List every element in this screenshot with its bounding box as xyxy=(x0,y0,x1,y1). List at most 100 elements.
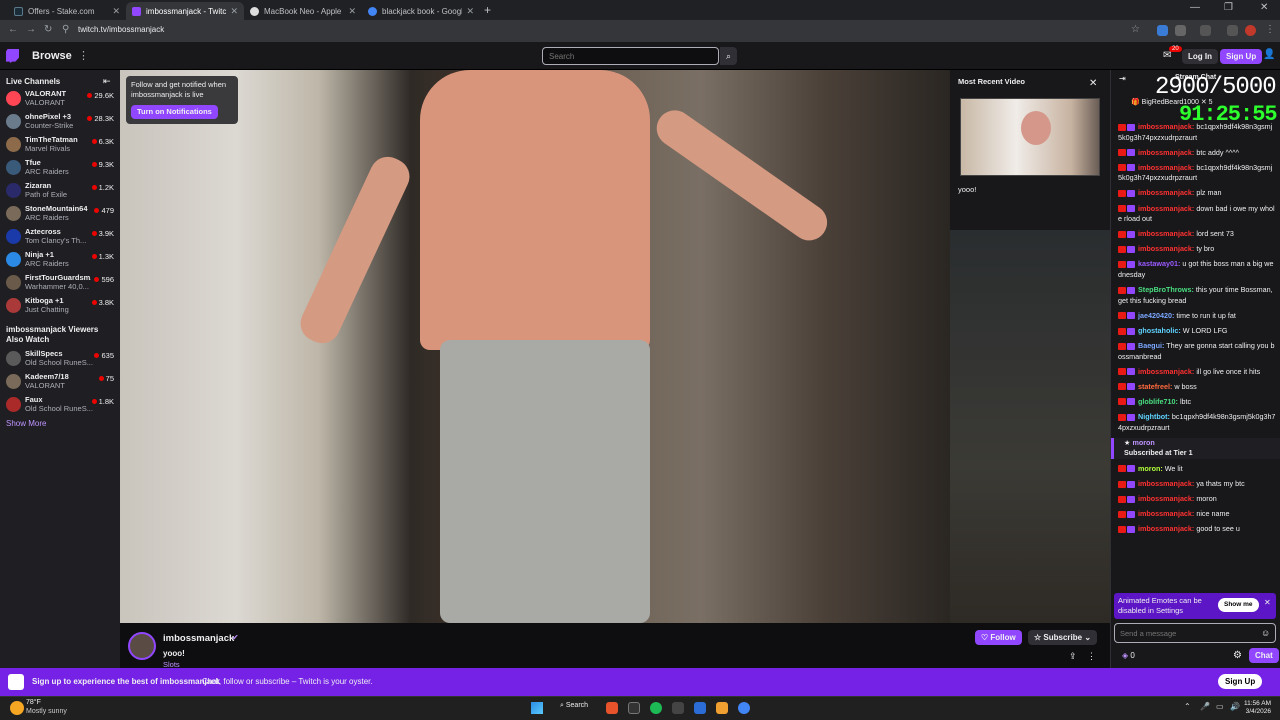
collapse-sidebar-icon[interactable]: ⇤ xyxy=(103,76,111,87)
show-me-button[interactable]: Show me xyxy=(1218,598,1259,612)
login-button[interactable]: Log In xyxy=(1182,49,1218,64)
browser-menu-icon[interactable]: ⋮ xyxy=(1265,24,1275,35)
sidebar-channel[interactable]: SkillSpecs Old School RuneS... 635 xyxy=(6,349,116,371)
sidebar-channel[interactable]: TimTheTatman Marvel Rivals 6.3K xyxy=(6,135,116,157)
chat-username[interactable]: imbossmanjack: xyxy=(1138,148,1194,157)
follow-button[interactable]: ♡ Follow xyxy=(975,630,1022,645)
weather-icon[interactable] xyxy=(10,701,24,715)
close-icon[interactable]: ✕ xyxy=(1264,598,1271,608)
close-icon[interactable]: ✕ xyxy=(348,6,356,17)
taskbar-clock[interactable]: 11:56 AM 3/4/2026 xyxy=(1244,700,1271,716)
chat-username[interactable]: imbossmanjack: xyxy=(1138,509,1194,518)
url-field[interactable]: twitch.tv/imbossmanjack xyxy=(78,25,164,34)
turn-on-notifications-button[interactable]: Turn on Notifications xyxy=(131,105,218,119)
close-icon[interactable]: ✕ xyxy=(466,6,474,17)
chat-username[interactable]: imbossmanjack: xyxy=(1138,122,1194,131)
browse-link[interactable]: Browse xyxy=(32,50,72,62)
extensions-puzzle-icon[interactable] xyxy=(1175,25,1186,36)
sidebar-channel[interactable]: Kitboga +1 Just Chatting 3.8K xyxy=(6,296,116,318)
chat-username[interactable]: imbossmanjack: xyxy=(1138,163,1194,172)
tray-chevron-icon[interactable]: ⌃ xyxy=(1184,702,1191,711)
close-window-icon[interactable]: ✕ xyxy=(1260,2,1268,13)
signup-button[interactable]: Sign Up xyxy=(1220,49,1263,64)
spotify-icon[interactable] xyxy=(650,702,662,714)
sidebar-channel[interactable]: Ninja +1 ARC Raiders 1.3K xyxy=(6,250,116,272)
chat-username[interactable]: Baegui: xyxy=(1138,341,1164,350)
emote-picker-icon[interactable]: ☺ xyxy=(1261,628,1270,638)
channel-name[interactable]: imbossmanjack xyxy=(163,633,234,644)
forward-icon[interactable]: → xyxy=(26,24,36,35)
chat-username[interactable]: imbossmanjack: xyxy=(1138,367,1194,376)
promo-signup-button[interactable]: Sign Up xyxy=(1218,674,1263,689)
mic-icon[interactable]: 🎤 xyxy=(1200,702,1210,711)
sidebar-channel[interactable]: Zizaran Path of Exile 1.2K xyxy=(6,181,116,203)
chat-username[interactable]: imbossmanjack: xyxy=(1138,204,1194,213)
chat-username[interactable]: ghostaholic: xyxy=(1138,326,1181,335)
close-icon[interactable]: ✕ xyxy=(1089,78,1097,89)
chat-username[interactable]: globlife710: xyxy=(1138,397,1178,406)
terminal-icon[interactable] xyxy=(628,702,640,714)
app-icon[interactable] xyxy=(694,702,706,714)
sidebar-channel[interactable]: Tfue ARC Raiders 9.3K xyxy=(6,158,116,180)
sidebar-channel[interactable]: Aztecross Tom Clancy's Th... 3.9K xyxy=(6,227,116,249)
chat-settings-icon[interactable]: ⚙ xyxy=(1233,650,1242,661)
chat-username[interactable]: imbossmanjack: xyxy=(1138,229,1194,238)
recent-video-thumbnail[interactable] xyxy=(960,98,1100,176)
chat-send-button[interactable]: Chat xyxy=(1249,648,1279,663)
sidebar-channel[interactable]: VALORANT VALORANT 29.6K xyxy=(6,89,116,111)
app-icon[interactable] xyxy=(672,702,684,714)
app-icon[interactable] xyxy=(716,702,728,714)
chat-username[interactable]: jae420420: xyxy=(1138,311,1174,320)
sidebar-channel[interactable]: Kadeem7/18 VALORANT 75 xyxy=(6,372,116,394)
browser-tab[interactable]: blackjack book - Google Search ✕ xyxy=(362,2,480,20)
user-menu-icon[interactable]: 👤 xyxy=(1263,49,1275,60)
chrome-icon[interactable] xyxy=(738,702,750,714)
chat-username[interactable]: imbossmanjack: xyxy=(1138,244,1194,253)
sidepanel-icon[interactable] xyxy=(1200,25,1211,36)
more-menu-icon[interactable]: ⋮ xyxy=(78,49,89,62)
close-icon[interactable]: ✕ xyxy=(112,6,120,17)
brave-browser-icon[interactable] xyxy=(606,702,618,714)
network-icon[interactable]: ▭ xyxy=(1216,702,1224,711)
volume-icon[interactable]: 🔊 xyxy=(1230,702,1240,711)
chat-username[interactable]: imbossmanjack: xyxy=(1138,479,1194,488)
subscribe-button[interactable]: ☆ Subscribe ⌄ xyxy=(1028,630,1098,645)
new-tab-icon[interactable]: + xyxy=(484,3,491,17)
chat-username[interactable]: imbossmanjack: xyxy=(1138,494,1194,503)
channel-points[interactable]: ◈ 0 xyxy=(1122,651,1135,660)
bookmark-star-icon[interactable]: ☆ xyxy=(1131,24,1140,35)
collapse-chat-icon[interactable]: ⇥ xyxy=(1119,74,1126,83)
chat-input[interactable] xyxy=(1114,623,1276,643)
windows-start-icon[interactable] xyxy=(531,702,543,714)
sidebar-channel[interactable]: FirstTourGuardsm... Warhammer 40,0... 596 xyxy=(6,273,116,295)
reload-icon[interactable]: ↻ xyxy=(44,24,52,35)
close-icon[interactable]: ✕ xyxy=(230,6,238,17)
chat-username[interactable]: statefreel: xyxy=(1138,382,1172,391)
chat-username[interactable]: imbossmanjack: xyxy=(1138,188,1194,197)
search-input[interactable] xyxy=(542,47,719,65)
search-icon[interactable]: ⌕ xyxy=(720,47,737,65)
chat-username[interactable]: Nightbot: xyxy=(1138,412,1170,421)
share-icon[interactable]: ⇪ xyxy=(1069,651,1077,662)
minimize-icon[interactable]: — xyxy=(1190,2,1200,13)
twitch-logo-icon[interactable] xyxy=(6,49,19,63)
site-info-icon[interactable]: ⚲ xyxy=(62,24,69,35)
browser-tab[interactable]: Offers - Stake.com ✕ xyxy=(8,2,126,20)
browser-tab-active[interactable]: imbossmanjack - Twitch ✕ xyxy=(126,2,244,20)
extension-icon[interactable] xyxy=(1157,25,1168,36)
chat-username[interactable]: kastaway01: xyxy=(1138,259,1180,268)
more-options-icon[interactable]: ⋮ xyxy=(1087,651,1096,662)
browser-tab[interactable]: MacBook Neo - Apple (UK) ✕ xyxy=(244,2,362,20)
video-player[interactable] xyxy=(120,70,950,623)
profile-avatar-icon[interactable] xyxy=(1245,25,1256,36)
channel-avatar[interactable] xyxy=(128,632,156,660)
sidebar-channel[interactable]: ohnePixel +3 Counter-Strike 28.3K xyxy=(6,112,116,134)
show-more-link[interactable]: Show More xyxy=(6,419,46,428)
sidebar-channel[interactable]: Faux Old School RuneS... 1.8K xyxy=(6,395,116,417)
download-icon[interactable] xyxy=(1227,25,1238,36)
back-icon[interactable]: ← xyxy=(8,24,18,35)
chat-username[interactable]: imbossmanjack: xyxy=(1138,524,1194,533)
maximize-icon[interactable]: ❐ xyxy=(1224,2,1233,13)
chat-username[interactable]: moron: xyxy=(1138,464,1163,473)
sidebar-channel[interactable]: StoneMountain64 ARC Raiders 479 xyxy=(6,204,116,226)
